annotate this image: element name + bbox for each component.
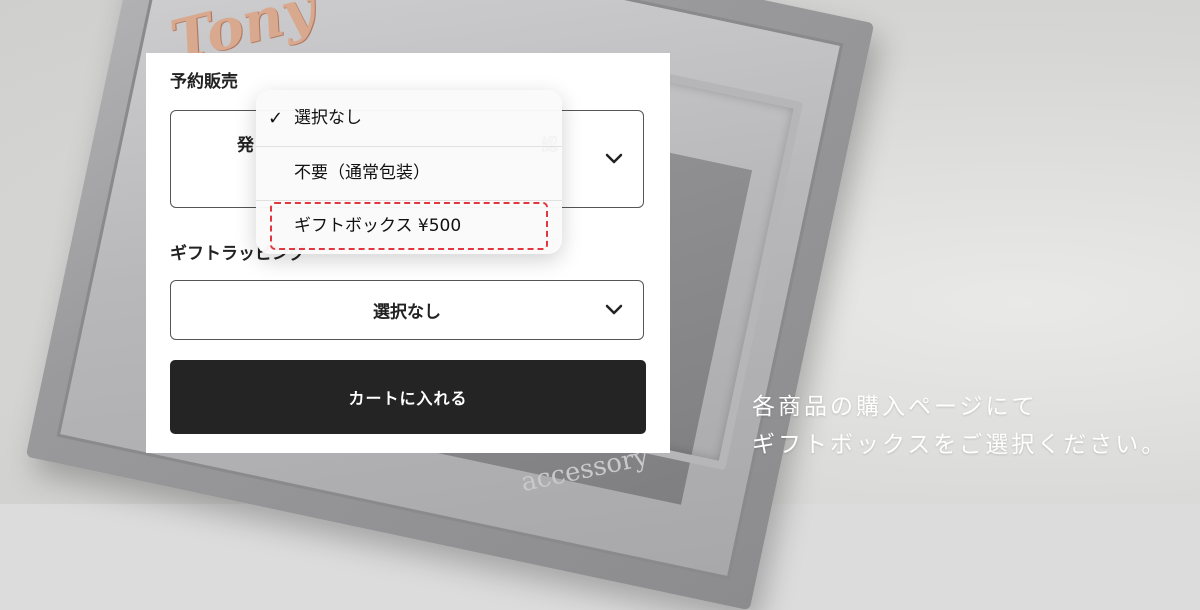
- caption-line-1: 各商品の購入ページにて: [752, 394, 1038, 420]
- preorder-select-text-left: 発: [237, 135, 254, 156]
- gift-wrapping-select[interactable]: 選択なし: [170, 280, 644, 340]
- option-label: 選択なし: [294, 108, 362, 128]
- caption-line-2: ギフトボックスをご選択ください。: [752, 432, 1168, 458]
- caption: 各商品の購入ページにて ギフトボックスをご選択ください。: [752, 388, 1167, 464]
- option-label: 不要（通常包装）: [294, 163, 430, 183]
- dropdown-option-none[interactable]: ✓ 選択なし: [256, 92, 562, 145]
- preorder-label: 予約販売: [170, 72, 238, 92]
- chevron-down-icon: [605, 304, 623, 315]
- checkmark-icon: ✓: [268, 108, 284, 129]
- highlight-dashed-box: [270, 202, 548, 250]
- dropdown-menu: ✓ 選択なし 不要（通常包装） ギフトボックス ¥500: [256, 90, 562, 254]
- add-to-cart-button[interactable]: カートに入れる: [170, 360, 646, 434]
- gift-wrapping-select-value: 選択なし: [373, 302, 441, 323]
- dropdown-option-not-needed[interactable]: 不要（通常包装）: [256, 147, 562, 200]
- chevron-down-icon: [605, 153, 623, 164]
